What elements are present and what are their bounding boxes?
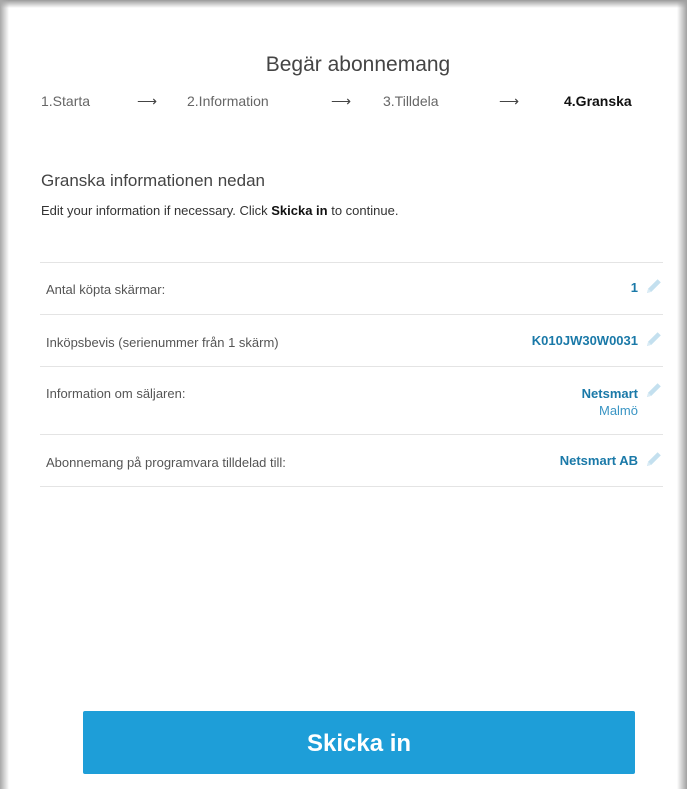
review-heading: Granska informationen nedan [41, 171, 265, 190]
row-label: Information om säljaren: [46, 386, 186, 401]
step-2-information: 2.Information [187, 93, 269, 109]
pencil-icon[interactable] [645, 330, 663, 348]
pencil-icon[interactable] [645, 450, 663, 468]
step-arrow-icon: ⟶ [499, 93, 520, 109]
row-label: Inköpsbevis (serienummer från 1 skärm) [46, 335, 279, 350]
step-3-tilldela: 3.Tilldela [383, 93, 439, 109]
seller-name: Netsmart [581, 386, 638, 401]
row-label: Antal köpta skärmar: [46, 282, 166, 297]
row-label: Abonnemang på programvara tilldelad till… [46, 455, 286, 470]
review-description-prefix: Edit your information if necessary. Clic… [41, 203, 272, 218]
step-1-starta: 1.Starta [41, 93, 91, 109]
review-description-suffix: to continue. [327, 203, 399, 218]
step-arrow-icon: ⟶ [137, 93, 158, 109]
review-row-seller-info: Information om säljaren: Netsmart Malmö [40, 367, 663, 435]
dialog-shadow-right [677, 0, 687, 789]
review-row-assigned-to: Abonnemang på programvara tilldelad till… [40, 435, 663, 487]
review-table: Antal köpta skärmar: 1 Inköpsbevis (seri… [40, 262, 663, 487]
review-row-screens-purchased: Antal köpta skärmar: 1 [40, 263, 663, 315]
row-value: K010JW30W0031 [531, 333, 638, 348]
review-description: Edit your information if necessary. Clic… [41, 203, 398, 218]
dialog-shadow-top [0, 0, 687, 8]
dialog-title: Begär abonnemang [265, 53, 451, 76]
step-arrow-icon: ⟶ [331, 93, 352, 109]
seller-city: Malmö [598, 403, 638, 418]
step-4-granska-active: 4.Granska [564, 93, 632, 109]
pencil-icon[interactable] [645, 277, 663, 295]
row-value: Netsmart AB [559, 453, 638, 468]
dialog-shadow-left [0, 0, 9, 789]
row-value: 1 [630, 280, 638, 295]
pencil-icon[interactable] [645, 381, 663, 399]
review-description-bold: Skicka in [271, 203, 328, 218]
submit-button[interactable]: Skicka in [83, 711, 635, 774]
row-value: Netsmart Malmö [582, 385, 638, 419]
review-row-proof-of-purchase: Inköpsbevis (serienummer från 1 skärm) K… [40, 315, 663, 367]
request-subscription-dialog: Begär abonnemang 1.Starta ⟶ 2.Informatio… [0, 0, 687, 789]
step-progress: 1.Starta ⟶ 2.Information ⟶ 3.Tilldela ⟶ … [0, 93, 687, 113]
